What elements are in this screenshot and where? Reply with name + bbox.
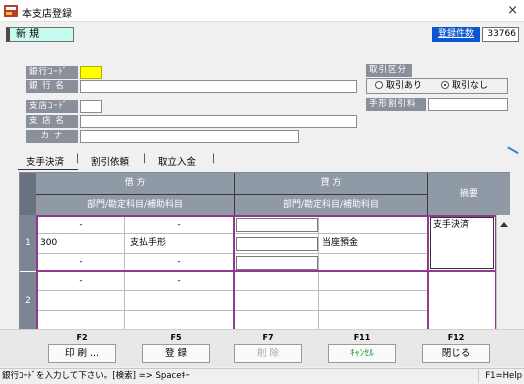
credit-header: 貸 方	[235, 173, 427, 194]
tab-discount-request[interactable]: 割引依頼	[91, 154, 129, 168]
row1-debit-account[interactable]: 支払手形	[130, 237, 166, 249]
grid-scrollbar[interactable]	[496, 215, 510, 345]
debit-header: 借 方	[36, 173, 234, 194]
close-button[interactable]: 閉じる	[422, 344, 490, 363]
f12-key: F12 閉じる	[420, 330, 492, 363]
kana-label: カ ナ	[26, 130, 78, 143]
f2-key: F2 印 刷 ...	[46, 330, 118, 363]
row1-credit-code-input[interactable]	[236, 237, 318, 251]
debit-subheader: 部門/勘定科目/補助科目	[36, 195, 234, 215]
journal-grid: 借 方 貸 方 摘要 部門/勘定科目/補助科目 部門/勘定科目/補助科目 1 2…	[19, 172, 510, 345]
radio-transaction-no-label: 取引なし	[452, 81, 489, 91]
row1-credit-dept-input[interactable]	[236, 218, 318, 232]
title-bar: 本支店登録 ×	[0, 0, 524, 22]
f5-key-label: F5	[170, 333, 182, 342]
f2-key-label: F2	[76, 333, 88, 342]
close-icon[interactable]: ×	[507, 3, 518, 18]
main-panel: 新 規 登録件数 33766 銀行ｺｰﾄﾞ 銀 行 名 支店ｺｰﾄﾞ 支 店 名…	[0, 22, 524, 384]
transaction-type-group: 取引あり 取引なし	[366, 78, 508, 94]
branch-name-label: 支 店 名	[26, 115, 78, 128]
summary-header: 摘要	[428, 173, 510, 215]
f7-key: F7 削 除	[232, 330, 304, 363]
credit-subheader: 部門/勘定科目/補助科目	[235, 195, 427, 215]
bank-code-input[interactable]	[80, 66, 102, 79]
tab-check-settlement[interactable]: 支手決済	[26, 154, 64, 168]
row1-credit-dept-b-input[interactable]	[236, 256, 318, 270]
status-bar: 銀行ｺｰﾄﾞを入力して下さい。[検索] => Spaceｷｰ F1=Help	[0, 368, 524, 384]
active-tab-underline	[18, 169, 78, 170]
branch-code-input[interactable]	[80, 100, 102, 113]
row1-debit-dept-b[interactable]: -	[38, 256, 124, 268]
f11-key-label: F11	[353, 333, 371, 342]
app-icon	[4, 5, 18, 17]
scroll-up-icon[interactable]	[500, 222, 508, 227]
help-hint: F1=Help	[478, 369, 522, 383]
row1-summary-input[interactable]: 支手決済	[430, 217, 494, 269]
f7-key-label: F7	[262, 333, 274, 342]
record-count-label[interactable]: 登録件数	[432, 27, 480, 42]
discount-rate-label: 手形割引料	[366, 98, 426, 111]
row1-debit-dept[interactable]: -	[38, 219, 124, 231]
branch-code-label: 支店ｺｰﾄﾞ	[26, 100, 78, 113]
bank-code-label: 銀行ｺｰﾄﾞ	[26, 66, 78, 79]
row-number-2: 2	[20, 272, 36, 330]
row1-summary-text: 支手決済	[433, 220, 470, 230]
discount-rate-input[interactable]	[428, 98, 508, 111]
branch-name-input[interactable]	[80, 115, 357, 128]
radio-off-icon	[375, 81, 383, 89]
f11-key: F11 ｷｬﾝｾﾙ	[326, 330, 398, 363]
arrow-decoration-icon	[505, 146, 519, 158]
record-count-value: 33766	[482, 27, 519, 42]
status-message: 銀行ｺｰﾄﾞを入力して下さい。[検索] => Spaceｷｰ	[2, 371, 190, 381]
radio-on-icon	[441, 81, 449, 89]
row1-debit-sub-b[interactable]: -	[126, 256, 232, 268]
bank-name-label: 銀 行 名	[26, 80, 78, 93]
radio-transaction-yes[interactable]: 取引あり	[375, 79, 422, 93]
row1-debit-code[interactable]: 300	[40, 237, 57, 249]
bank-name-input[interactable]	[80, 80, 357, 93]
f5-key: F5 登 録	[140, 330, 212, 363]
f12-key-label: F12	[447, 333, 465, 342]
window-title: 本支店登録	[22, 9, 72, 20]
row1-credit-account[interactable]: 当座預金	[322, 237, 358, 249]
row2-debit-dept[interactable]: -	[38, 275, 124, 287]
register-button[interactable]: 登 録	[142, 344, 210, 363]
transaction-type-label: 取引区分	[366, 64, 412, 77]
row-number-1: 1	[20, 215, 36, 271]
cancel-button[interactable]: ｷｬﾝｾﾙ	[328, 344, 396, 363]
row1-debit-sub[interactable]: -	[126, 219, 232, 231]
print-button[interactable]: 印 刷 ...	[48, 344, 116, 363]
mode-indicator: 新 規	[6, 27, 74, 42]
tab-collection-deposit[interactable]: 取立入金	[158, 154, 196, 168]
function-key-bar: F2 印 刷 ... F5 登 録 F7 削 除 F11 ｷｬﾝｾﾙ F12 閉…	[0, 329, 524, 367]
kana-input[interactable]	[80, 130, 299, 143]
radio-transaction-yes-label: 取引あり	[386, 81, 423, 91]
row2-debit-sub[interactable]: -	[126, 275, 232, 287]
delete-button[interactable]: 削 除	[234, 344, 302, 363]
radio-transaction-no[interactable]: 取引なし	[441, 79, 488, 93]
grid-corner	[20, 173, 36, 215]
